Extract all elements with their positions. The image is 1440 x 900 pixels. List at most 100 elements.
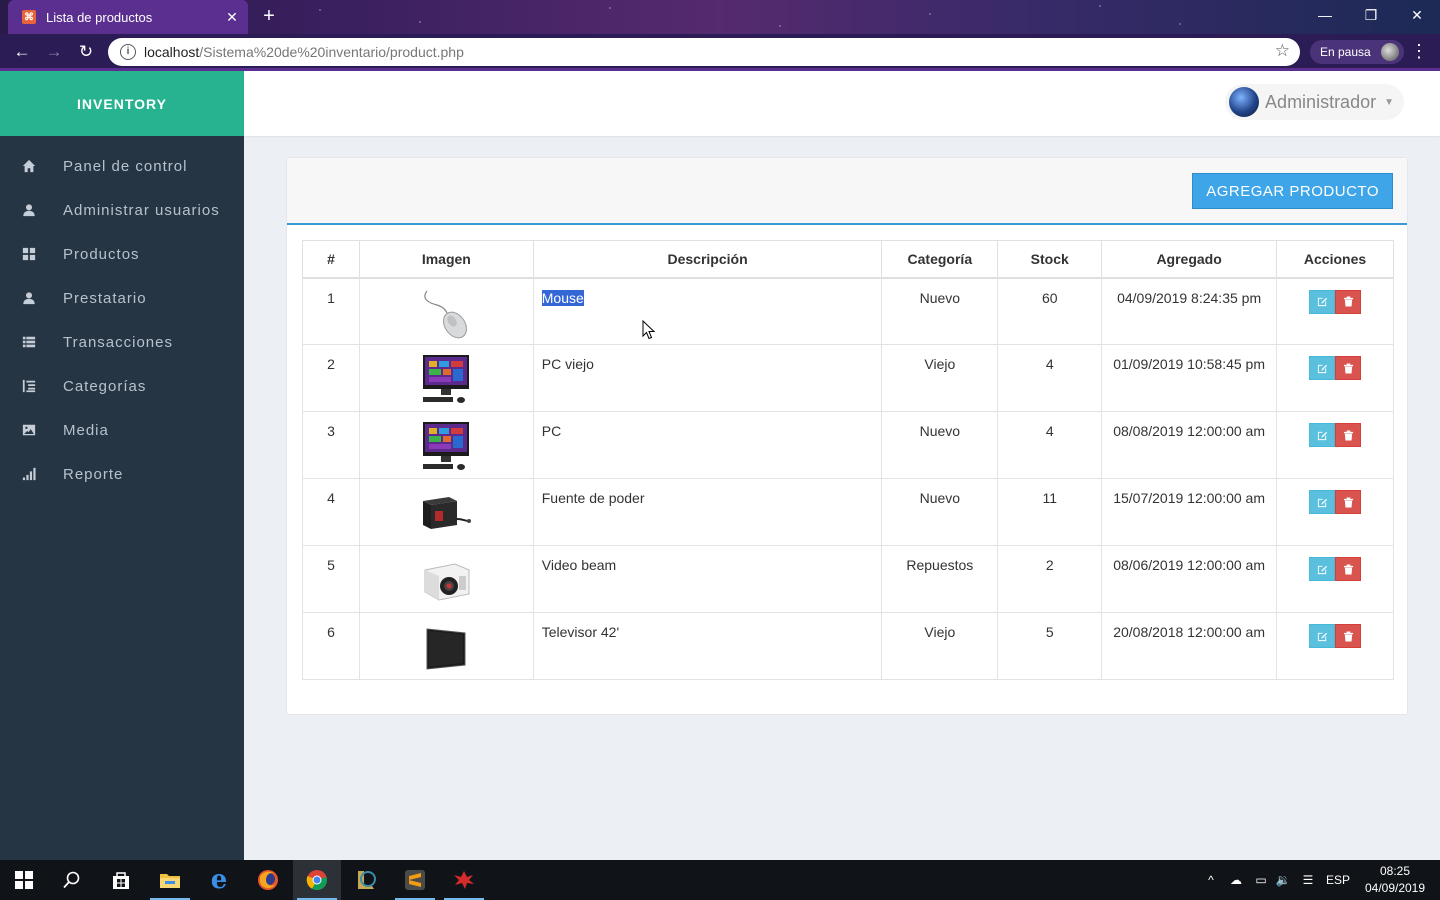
new-tab-icon[interactable]: +	[258, 6, 280, 28]
product-stock: 2	[997, 545, 1103, 613]
show-hidden-icons[interactable]: ^	[1200, 860, 1222, 900]
column-header-category: Categoría	[881, 240, 999, 278]
product-description: PC viejo	[532, 344, 883, 412]
user-menu-button[interactable]: Administrador ▼	[1225, 84, 1404, 120]
restore-icon[interactable]: ❐	[1348, 0, 1394, 30]
sublime-text-icon[interactable]	[391, 860, 439, 900]
tab-close-icon[interactable]: ✕	[222, 9, 242, 26]
trash-icon	[1343, 563, 1353, 575]
sidebar-item-label: Administrar usuarios	[63, 201, 220, 219]
browser-titlebar: ⌘ Lista de productos ✕ + — ❐ ✕	[0, 0, 1440, 34]
sidebar-item-prestatario[interactable]: Prestatario	[0, 276, 244, 320]
trash-icon	[1343, 429, 1353, 441]
reload-icon[interactable]: ↻	[75, 41, 97, 63]
edit-button[interactable]	[1309, 356, 1336, 380]
language-indicator[interactable]: ESP	[1324, 860, 1352, 900]
firefox-icon[interactable]	[244, 860, 292, 900]
edit-icon	[1317, 431, 1327, 440]
file-explorer-icon[interactable]	[146, 860, 194, 900]
edit-button[interactable]	[1309, 490, 1336, 514]
edit-button[interactable]	[1309, 624, 1336, 648]
menu-kebab-icon[interactable]: ⋮	[1410, 41, 1428, 62]
product-description: Video beam	[532, 545, 883, 613]
sidebar-item-categorias[interactable]: Categorías	[0, 364, 244, 408]
home-icon	[0, 159, 63, 173]
bookmark-star-icon[interactable]: ☆	[1275, 41, 1290, 61]
row-actions	[1276, 344, 1394, 412]
sidebar-item-panel-de-control[interactable]: Panel de control	[0, 144, 244, 188]
edit-button[interactable]	[1309, 557, 1336, 581]
start-button[interactable]	[0, 860, 48, 900]
user-name: Administrador	[1265, 91, 1377, 112]
delete-button[interactable]	[1335, 289, 1362, 314]
product-category: Viejo	[881, 612, 999, 680]
clock-time: 08:25	[1379, 864, 1411, 878]
products-table: # Imagen Descripción Categoría Stock Agr…	[302, 240, 1394, 680]
notifications-icon[interactable]: ☰	[1296, 860, 1320, 900]
grid-icon	[0, 247, 63, 261]
address-bar[interactable]: i localhost/Sistema%20de%20inventario/pr…	[108, 38, 1300, 66]
trash-icon	[1343, 630, 1353, 642]
windows-logo-icon	[15, 871, 33, 889]
forward-icon[interactable]: →	[43, 41, 65, 63]
browser-tab[interactable]: ⌘ Lista de productos ✕	[8, 0, 248, 34]
product-stock: 4	[997, 411, 1103, 479]
sidebar-item-media[interactable]: Media	[0, 408, 244, 452]
power-supply-image	[416, 487, 476, 541]
profile-button[interactable]: En pausa	[1310, 40, 1404, 64]
add-product-button[interactable]: AGREGAR PRODUCTO	[1192, 173, 1393, 209]
panel-heading: AGREGAR PRODUCTO	[287, 158, 1407, 225]
sidebar-item-administrar-usuarios[interactable]: Administrar usuarios	[0, 188, 244, 232]
row-actions	[1276, 545, 1394, 613]
site-info-icon[interactable]: i	[120, 44, 136, 60]
cloud-icon[interactable]: ☁	[1224, 860, 1248, 900]
app-red-icon[interactable]	[440, 860, 488, 900]
clock-date: 04/09/2019	[1364, 881, 1426, 895]
delete-button[interactable]	[1335, 624, 1362, 648]
column-header-description: Descripción	[532, 240, 883, 278]
product-image-cell	[358, 411, 534, 479]
all-in-one-pc-image	[416, 353, 476, 407]
sidebar-item-label: Panel de control	[63, 157, 188, 175]
chrome-icon[interactable]	[293, 860, 341, 900]
back-icon[interactable]: ←	[11, 41, 33, 63]
sidebar-item-productos[interactable]: Productos	[0, 232, 244, 276]
mouse-cursor-icon	[642, 320, 656, 340]
product-stock: 5	[997, 612, 1103, 680]
user-icon	[0, 291, 63, 305]
row-number: 4	[302, 478, 360, 546]
sidebar-item-label: Reporte	[63, 465, 124, 483]
league-of-legends-icon[interactable]	[342, 860, 390, 900]
close-window-icon[interactable]: ✕	[1394, 0, 1440, 30]
delete-button[interactable]	[1335, 356, 1362, 380]
minimize-icon[interactable]: —	[1302, 0, 1348, 30]
product-description: Fuente de poder	[532, 478, 883, 546]
store-icon[interactable]	[97, 860, 145, 900]
indent-icon	[0, 379, 63, 393]
volume-icon[interactable]: 🔉	[1272, 860, 1294, 900]
table-row: 4 Fuente de poder Nuevo 11 15/07/2019 12…	[302, 478, 1394, 546]
table-row: 3 PC Nuevo 4 08/08/2019 12:00:00 am	[302, 411, 1394, 479]
sidebar-item-transacciones[interactable]: Transacciones	[0, 320, 244, 364]
search-icon[interactable]	[48, 860, 96, 900]
delete-button[interactable]	[1335, 557, 1362, 581]
sidebar-item-label: Media	[63, 421, 109, 439]
sidebar-item-label: Prestatario	[63, 289, 147, 307]
edit-button[interactable]	[1309, 423, 1336, 447]
mouse-image	[416, 287, 476, 341]
product-category: Nuevo	[881, 277, 999, 345]
table-row: 2 PC viejo Viejo 4 01/09/2019 10:58:45 p…	[302, 344, 1394, 412]
profile-avatar	[1380, 43, 1399, 61]
network-icon[interactable]: ▭	[1250, 860, 1272, 900]
edge-icon[interactable]: e	[195, 860, 243, 900]
product-image-cell	[358, 478, 534, 546]
sidebar-item-reporte[interactable]: Reporte	[0, 452, 244, 496]
trash-icon	[1343, 362, 1353, 374]
system-clock[interactable]: 08:25 04/09/2019	[1360, 863, 1430, 897]
delete-button[interactable]	[1335, 423, 1362, 447]
edit-button[interactable]	[1309, 289, 1336, 314]
edit-icon	[1317, 498, 1327, 507]
delete-button[interactable]	[1335, 490, 1362, 514]
url-path: /Sistema%20de%20inventario/product.php	[199, 44, 464, 60]
brand-logo[interactable]: INVENTORY	[0, 71, 244, 136]
